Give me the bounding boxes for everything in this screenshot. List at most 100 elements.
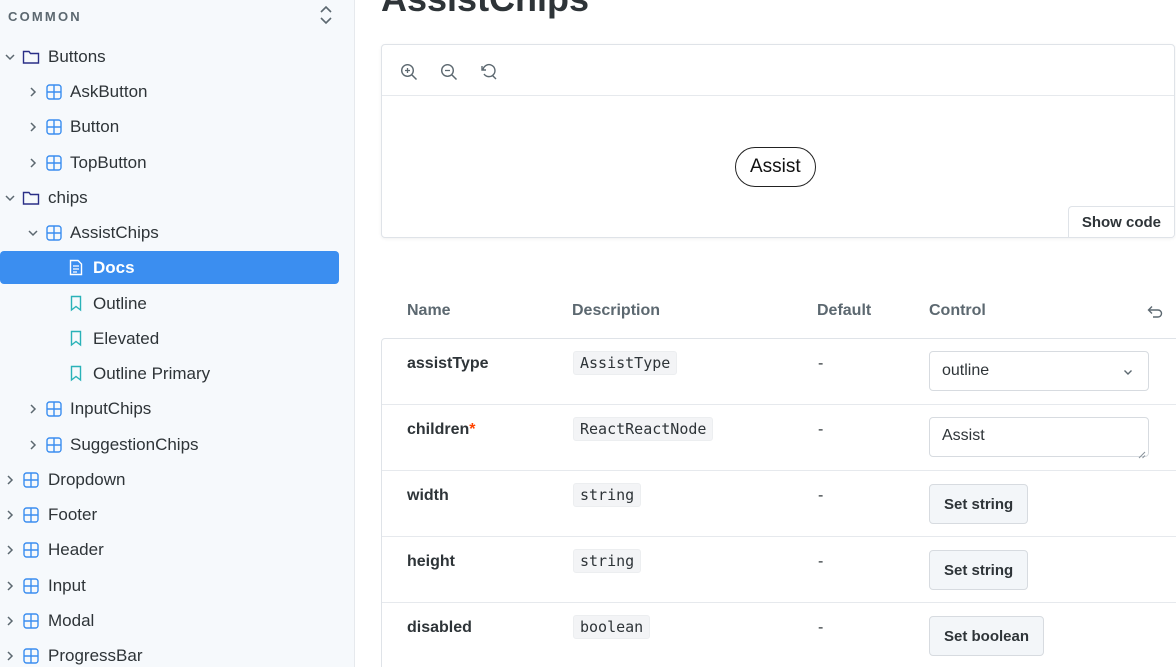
component-icon: [45, 154, 63, 172]
show-code-button[interactable]: Show code: [1067, 206, 1174, 237]
folder-icon: [22, 48, 40, 66]
arg-type: ReactReactNode: [573, 417, 714, 441]
column-header-default: Default: [817, 302, 872, 319]
children-textarea[interactable]: Assist: [929, 417, 1149, 459]
column-header-name: Name: [407, 302, 451, 319]
chevron-down-icon: [1122, 365, 1134, 377]
sidebar-item-suggestionchips[interactable]: SuggestionChips: [0, 428, 339, 461]
select-value: outline: [942, 362, 990, 379]
arg-default: -: [818, 619, 824, 636]
reset-controls-icon[interactable]: [1145, 302, 1165, 322]
sidebar-item-button[interactable]: Button: [0, 110, 339, 143]
column-header-description: Description: [572, 302, 661, 319]
chevron-right-icon: [26, 438, 40, 452]
bookmark-icon: [67, 365, 85, 383]
args-table-header: Name Description Default Control: [381, 292, 1175, 332]
sidebar: COMMON Buttons AskButton Button TopButto…: [0, 0, 355, 667]
arg-default: -: [818, 421, 824, 438]
chevron-right-icon: [3, 614, 17, 628]
component-icon: [45, 400, 63, 418]
component-icon: [22, 577, 40, 595]
arg-default: -: [818, 355, 824, 372]
reset-zoom-icon[interactable]: [478, 61, 500, 83]
sidebar-item-modal[interactable]: Modal: [0, 604, 339, 637]
section-title: COMMON: [8, 8, 82, 24]
sidebar-item-label: Header: [48, 539, 104, 559]
sidebar-item-assistchips[interactable]: AssistChips: [0, 216, 339, 249]
table-row: height string - Set string: [382, 537, 1176, 603]
sidebar-item-elevated[interactable]: Elevated: [0, 322, 339, 355]
arg-name-text: children: [407, 421, 470, 438]
chevron-right-icon: [3, 543, 17, 557]
sidebar-item-buttons[interactable]: Buttons: [0, 40, 339, 73]
sidebar-item-dropdown[interactable]: Dropdown: [0, 463, 339, 496]
component-icon: [22, 471, 40, 489]
assist-chip[interactable]: Assist: [735, 147, 816, 187]
chevron-right-icon: [3, 508, 17, 522]
required-mark: *: [469, 421, 476, 438]
sidebar-item-label: SuggestionChips: [70, 434, 199, 454]
expand-collapse-icon[interactable]: [314, 2, 338, 28]
preview-toolbar: [382, 45, 1174, 96]
arg-name: disabled: [407, 619, 472, 636]
sidebar-item-label: TopButton: [70, 152, 147, 172]
document-icon: [67, 259, 85, 277]
sidebar-item-label: Footer: [48, 504, 98, 524]
component-icon: [22, 647, 40, 665]
sidebar-item-docs[interactable]: Docs: [0, 251, 339, 284]
table-row: width string - Set string: [382, 471, 1176, 537]
assisttype-select[interactable]: outline: [929, 351, 1149, 391]
sidebar-item-outline-primary[interactable]: Outline Primary: [0, 357, 339, 390]
set-width-button[interactable]: Set string: [929, 484, 1029, 524]
arg-name: height: [407, 553, 455, 570]
component-icon: [45, 224, 63, 242]
arg-type: string: [573, 483, 642, 507]
sidebar-item-label: AssistChips: [70, 222, 159, 242]
arg-name: assistType: [407, 355, 489, 372]
chevron-right-icon: [26, 402, 40, 416]
set-disabled-button[interactable]: Set boolean: [929, 616, 1045, 656]
sidebar-item-footer[interactable]: Footer: [0, 498, 339, 531]
arg-name: children*: [407, 421, 475, 439]
sidebar-item-askbutton[interactable]: AskButton: [0, 75, 339, 108]
args-table: assistType AssistType - outline children…: [381, 338, 1176, 667]
sidebar-item-inputchips[interactable]: InputChips: [0, 392, 339, 425]
component-icon: [45, 83, 63, 101]
component-icon: [45, 118, 63, 136]
zoom-in-icon[interactable]: [398, 61, 420, 83]
component-icon: [22, 506, 40, 524]
chevron-right-icon: [3, 649, 17, 663]
chevron-right-icon: [26, 85, 40, 99]
chevron-right-icon: [3, 473, 17, 487]
sidebar-item-progressbar[interactable]: ProgressBar: [0, 639, 339, 667]
canvas-preview: Assist Show code: [381, 44, 1175, 238]
set-height-button[interactable]: Set string: [929, 550, 1029, 590]
sidebar-item-label: Docs: [93, 257, 135, 277]
sidebar-item-input[interactable]: Input: [0, 569, 339, 602]
folder-icon: [22, 189, 40, 207]
resize-grip-icon[interactable]: [1138, 446, 1146, 459]
main-content: AssistChips Assist Show code Name Descri…: [355, 0, 1176, 667]
sidebar-item-label: Button: [70, 116, 120, 136]
arg-type: string: [573, 549, 642, 573]
column-header-control: Control: [929, 302, 986, 319]
table-row: disabled boolean - Set boolean: [382, 603, 1176, 667]
table-row: assistType AssistType - outline: [382, 339, 1176, 405]
bookmark-icon: [67, 330, 85, 348]
sidebar-item-topbutton[interactable]: TopButton: [0, 146, 339, 179]
sidebar-item-label: chips: [48, 187, 88, 207]
sidebar-item-label: Modal: [48, 610, 95, 630]
component-icon: [45, 436, 63, 454]
sidebar-item-label: InputChips: [70, 398, 152, 418]
sidebar-item-label: AskButton: [70, 81, 148, 101]
sidebar-item-header[interactable]: Header: [0, 533, 339, 566]
chevron-right-icon: [26, 156, 40, 170]
sidebar-item-label: Buttons: [48, 46, 106, 66]
arg-type: AssistType: [573, 351, 678, 375]
chevron-down-icon: [3, 191, 17, 205]
sidebar-section-header: COMMON: [8, 5, 338, 26]
sidebar-item-outline[interactable]: Outline: [0, 287, 339, 320]
sidebar-item-chips[interactable]: chips: [0, 181, 339, 214]
zoom-out-icon[interactable]: [438, 61, 460, 83]
arg-type: boolean: [573, 615, 651, 639]
